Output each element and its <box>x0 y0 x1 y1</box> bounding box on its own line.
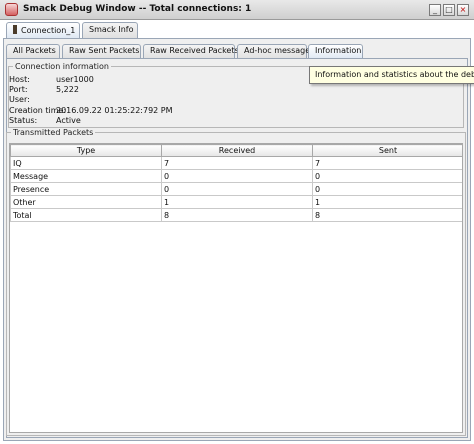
table-cell: 0 <box>312 182 462 196</box>
java-app-icon <box>5 3 18 16</box>
table-cell: Other <box>10 195 162 209</box>
table-row[interactable]: Other 1 1 <box>10 195 462 209</box>
maximize-button[interactable]: □ <box>443 4 455 16</box>
tab-smack-info[interactable]: Smack Info <box>82 22 138 38</box>
tab-label: Ad-hoc message <box>244 46 311 55</box>
table-cell: 1 <box>312 195 462 209</box>
tab-all-packets[interactable]: All Packets <box>6 44 60 59</box>
table-row[interactable]: IQ 7 7 <box>10 156 462 170</box>
tab-label: Connection_1 <box>21 26 76 35</box>
table-cell: 0 <box>161 169 313 183</box>
table-cell: 1 <box>161 195 313 209</box>
info-value: 2016.09.22 01:25:22:792 PM <box>56 106 173 115</box>
tab-connection-1[interactable]: Connection_1 <box>6 22 80 38</box>
info-key: Host: <box>9 75 30 84</box>
connection-information-legend: Connection information <box>15 62 109 71</box>
table-cell: 8 <box>161 208 313 222</box>
packets-table: Type Received Sent IQ 7 7 Message 0 0 Pr… <box>9 143 463 433</box>
table-cell: Total <box>10 208 162 222</box>
tab-raw-received-packets[interactable]: Raw Received Packets <box>143 44 239 59</box>
connection-icon <box>13 25 17 34</box>
tab-label: Raw Received Packets <box>150 46 239 55</box>
table-cell: 0 <box>161 182 313 196</box>
tab-label: Information <box>315 46 362 55</box>
table-cell: Message <box>10 169 162 183</box>
tab-information[interactable]: Information <box>308 44 363 59</box>
table-row[interactable]: Total 8 8 <box>10 208 462 222</box>
minimize-button[interactable]: _ <box>429 4 441 16</box>
table-cell: IQ <box>10 156 162 170</box>
window-title: Smack Debug Window -- Total connections:… <box>23 4 252 14</box>
table-cell: 7 <box>312 156 462 170</box>
tab-label: Raw Sent Packets <box>69 46 140 55</box>
info-key: Port: <box>9 85 28 94</box>
close-button[interactable]: × <box>457 4 469 16</box>
info-value: 5,222 <box>56 85 79 94</box>
info-key: User: <box>9 95 30 104</box>
column-header-type[interactable]: Type <box>10 144 162 157</box>
tab-label: Smack Info <box>89 25 134 34</box>
table-cell: 7 <box>161 156 313 170</box>
column-header-sent[interactable]: Sent <box>312 144 462 157</box>
information-tab-tooltip: Information and statistics about the deb… <box>309 66 474 84</box>
table-row[interactable]: Message 0 0 <box>10 169 462 183</box>
info-value: Active <box>56 116 81 125</box>
column-header-received[interactable]: Received <box>161 144 313 157</box>
info-value: user1000 <box>56 75 94 84</box>
table-row[interactable]: Presence 0 0 <box>10 182 462 196</box>
tab-label: All Packets <box>13 46 56 55</box>
table-cell: Presence <box>10 182 162 196</box>
transmitted-packets-legend: Transmitted Packets <box>13 128 94 137</box>
table-cell: 8 <box>312 208 462 222</box>
tab-raw-sent-packets[interactable]: Raw Sent Packets <box>62 44 141 59</box>
title-bar: Smack Debug Window -- Total connections:… <box>0 0 474 20</box>
table-cell: 0 <box>312 169 462 183</box>
info-key: Status: <box>9 116 38 125</box>
tab-ad-hoc-message[interactable]: Ad-hoc message <box>237 44 311 59</box>
